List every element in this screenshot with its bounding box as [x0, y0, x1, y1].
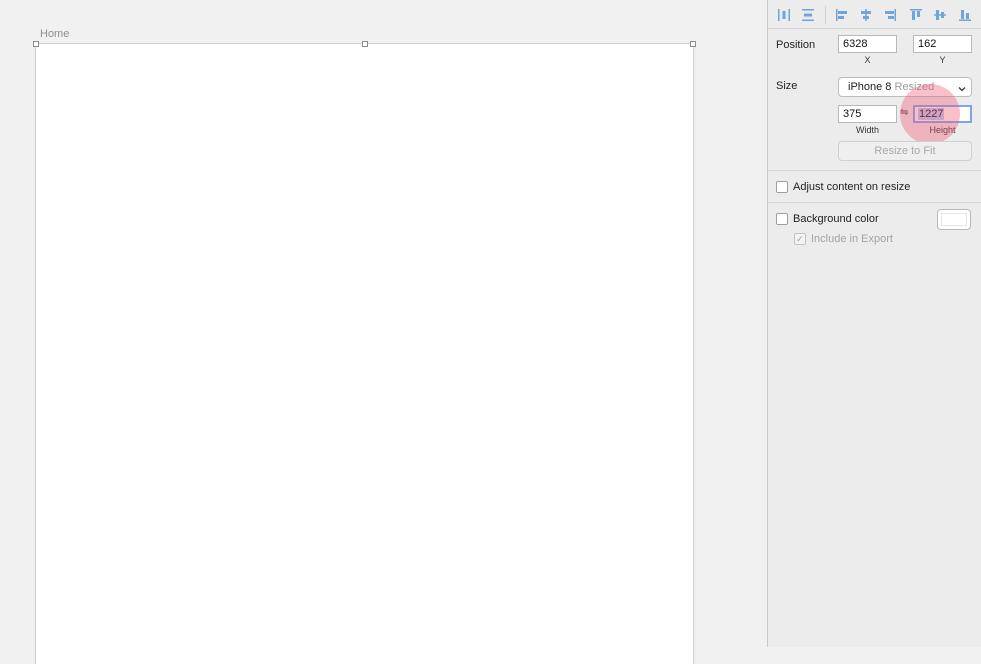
resize-handle-top-left[interactable]	[33, 41, 39, 47]
align-center-icon[interactable]	[858, 7, 874, 23]
width-label: Width	[855, 125, 879, 135]
height-input[interactable]: 1227	[913, 105, 972, 123]
align-right-icon[interactable]	[882, 7, 898, 23]
resize-to-fit-button[interactable]: Resize to Fit	[838, 141, 972, 161]
inspector-panel: Position 6328 X 162 Y Size iPhone 8 Resi…	[767, 0, 981, 647]
background-color-swatch[interactable]	[937, 209, 971, 230]
resize-handle-top-right[interactable]	[690, 41, 696, 47]
canvas[interactable]: Home	[0, 0, 767, 664]
position-x-input[interactable]: 6328	[838, 35, 897, 53]
alignment-toolbar	[768, 0, 981, 29]
align-bottom-icon[interactable]	[957, 7, 973, 23]
size-preset-name: iPhone 8	[848, 81, 892, 93]
size-preset-dropdown[interactable]: iPhone 8 Resized	[838, 77, 972, 97]
constrain-proportions-icon[interactable]: ⇋	[900, 107, 908, 118]
size-label: Size	[776, 80, 798, 92]
adjust-content-label: Adjust content on resize	[793, 181, 911, 193]
section-divider	[768, 170, 981, 171]
resize-handle-top-center[interactable]	[362, 41, 368, 47]
artboard[interactable]	[36, 44, 693, 664]
adjust-content-checkbox[interactable]	[776, 181, 788, 193]
height-value: 1227	[918, 108, 945, 120]
background-color-label: Background color	[793, 213, 879, 225]
align-top-icon[interactable]	[908, 7, 924, 23]
background-color-checkbox[interactable]	[776, 213, 788, 225]
section-divider	[768, 202, 981, 203]
chevron-down-icon	[958, 84, 966, 92]
position-y-input[interactable]: 162	[913, 35, 972, 53]
width-input[interactable]: 375	[838, 105, 897, 123]
size-preset-suffix: Resized	[894, 81, 935, 93]
checkmark-icon: ✓	[796, 234, 804, 244]
align-middle-icon[interactable]	[932, 7, 948, 23]
position-y-label: Y	[939, 55, 946, 65]
distribute-horizontal-icon[interactable]	[776, 7, 792, 23]
position-label: Position	[776, 39, 816, 51]
include-in-export-checkbox[interactable]: ✓	[794, 233, 806, 245]
include-in-export-label: Include in Export	[811, 233, 893, 245]
align-left-icon[interactable]	[834, 7, 850, 23]
toolbar-separator	[825, 6, 826, 24]
height-label: Height	[929, 125, 956, 135]
position-x-label: X	[864, 55, 871, 65]
distribute-vertical-icon[interactable]	[800, 7, 816, 23]
artboard-title[interactable]: Home	[40, 28, 69, 40]
